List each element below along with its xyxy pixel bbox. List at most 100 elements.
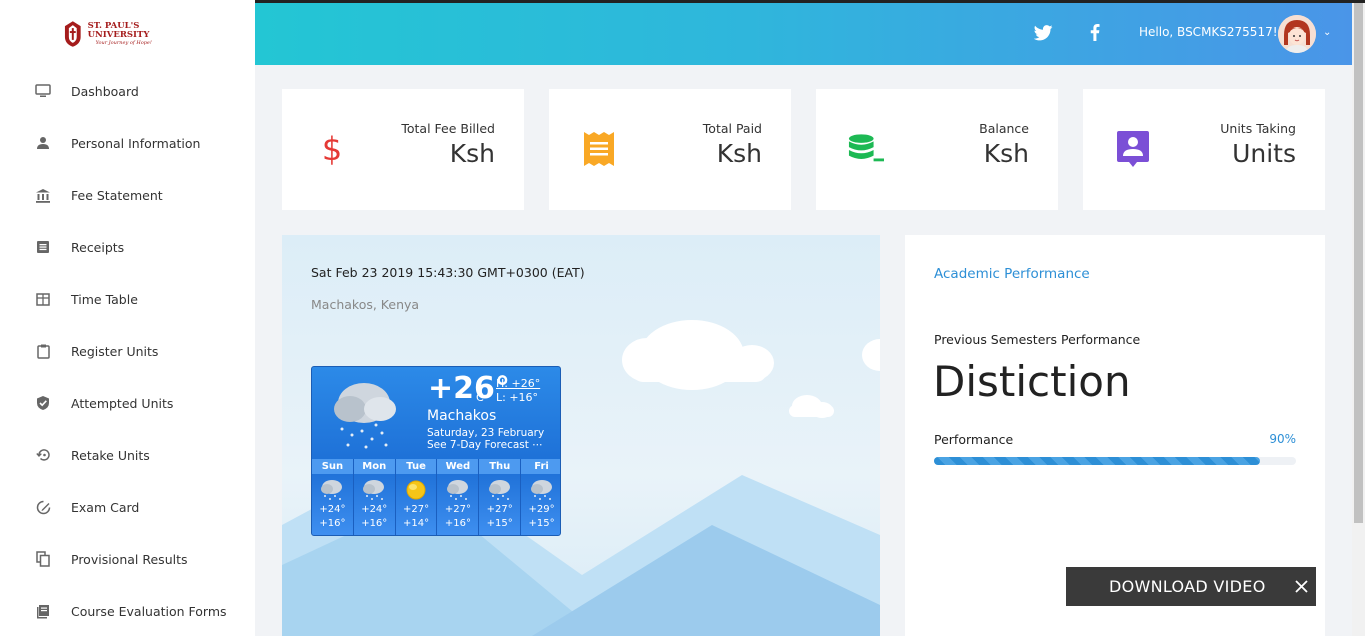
card-value: Units	[1232, 139, 1296, 168]
user-avatar[interactable]	[1278, 15, 1316, 53]
logo-name: ST. PAUL'S UNIVERSITY Your Journey of Ho…	[88, 21, 202, 46]
performance-value: 90%	[1269, 432, 1296, 446]
monitor-icon	[35, 83, 51, 99]
weather-panel: Sat Feb 23 2019 15:43:30 GMT+0300 (EAT) …	[282, 235, 880, 636]
weather-location: Machakos, Kenya	[311, 297, 420, 312]
sidebar-item-register-units[interactable]: Register Units	[0, 325, 255, 377]
panel-title: Academic Performance	[934, 266, 1090, 282]
svg-text:$: $	[322, 132, 342, 166]
card-value: Ksh	[449, 139, 495, 168]
sidebar-item-personal-information[interactable]: Personal Information	[0, 117, 255, 169]
sidebar-item-receipts[interactable]: Receipts	[0, 221, 255, 273]
account-box-icon	[1115, 131, 1151, 167]
card-value: Ksh	[983, 139, 1029, 168]
units-taking-card: Units Taking Units	[1083, 89, 1325, 210]
performance-label: Performance	[934, 432, 1014, 447]
forecast-day: Sun +24° +16°	[312, 459, 354, 535]
forecast-day: Mon +24° +16°	[353, 459, 396, 535]
card-label: Total Paid	[702, 121, 762, 136]
sidebar-item-label: Receipts	[71, 239, 125, 255]
seven-day-forecast-link[interactable]: See 7-Day Forecast ⋯	[427, 439, 543, 451]
page-scrollbar[interactable]	[1352, 3, 1365, 636]
database-minus-icon	[848, 131, 884, 167]
rain-cloud-icon	[445, 478, 471, 502]
receipt-icon	[581, 131, 617, 167]
forecast-high: +24°	[319, 504, 346, 515]
sidebar-item-fee-statement[interactable]: Fee Statement	[0, 169, 255, 221]
history-icon	[35, 447, 51, 463]
user-greeting[interactable]: Hello, BSCMKS275517!	[1139, 25, 1278, 39]
twitter-icon[interactable]	[1033, 25, 1053, 45]
sidebar-item-label: Provisional Results	[71, 551, 188, 567]
rain-cloud-icon	[529, 478, 555, 502]
sidebar-item-label: Attempted Units	[71, 395, 174, 411]
sun-icon	[403, 478, 429, 502]
forecast-day-name: Wed	[437, 459, 479, 474]
forecast-high: +29°	[528, 504, 555, 515]
scrollbar-thumb[interactable]	[1354, 3, 1363, 523]
forecast-high: +27°	[486, 504, 513, 515]
sidebar-item-label: Dashboard	[71, 83, 139, 99]
forecast-day: Tue +27° +14°	[395, 459, 438, 535]
forecast-day-name: Sun	[312, 459, 353, 474]
progress-fill	[934, 457, 1260, 465]
temperature-high: H: +26°	[496, 377, 541, 390]
performance-grade: Distiction	[933, 357, 1131, 406]
sidebar-item-time-table[interactable]: Time Table	[0, 273, 255, 325]
forecast-low: +16°	[361, 518, 388, 529]
forecast-low: +15°	[486, 518, 513, 529]
sidebar-item-label: Course Evaluation Forms	[71, 603, 227, 619]
more-dots-icon: ⋯	[532, 439, 543, 451]
performance-progress-bar	[934, 457, 1296, 465]
shield-check-icon	[35, 395, 51, 411]
logo-motto: Your Journey of Hope!	[95, 39, 152, 46]
forecast-day: Wed +27° +16°	[437, 459, 480, 535]
university-logo[interactable]: ST. PAUL'S UNIVERSITY Your Journey of Ho…	[62, 16, 202, 52]
forecast-day: Thu +27° +15°	[479, 459, 522, 535]
temperature-low: L: +16°	[496, 391, 539, 404]
edit-icon	[35, 499, 51, 515]
close-icon[interactable]	[1294, 576, 1308, 596]
top-header: Hello, BSCMKS275517! ⌄	[255, 3, 1352, 65]
balance-card: Balance Ksh	[816, 89, 1058, 210]
total-paid-card: Total Paid Ksh	[549, 89, 791, 210]
sidebar-item-attempted-units[interactable]: Attempted Units	[0, 377, 255, 429]
panel-subtitle: Previous Semesters Performance	[934, 332, 1141, 347]
sidebar-item-label: Time Table	[71, 291, 138, 307]
rain-cloud-icon	[328, 373, 404, 457]
forecast-day-name: Tue	[395, 459, 437, 474]
forecast-high: +27°	[444, 504, 471, 515]
clipboard-icon	[35, 343, 51, 359]
copy-icon	[35, 551, 51, 567]
sidebar-item-label: Retake Units	[71, 447, 150, 463]
forecast-low: +15°	[528, 518, 555, 529]
download-video-button[interactable]: DOWNLOAD VIDEO	[1066, 567, 1316, 606]
sidebar-item-label: Register Units	[71, 343, 159, 359]
sidebar-item-retake-units[interactable]: Retake Units	[0, 429, 255, 481]
sidebar-item-exam-card[interactable]: Exam Card	[0, 481, 255, 533]
rain-cloud-icon	[361, 478, 387, 502]
temperature-unit: C	[476, 391, 484, 404]
person-icon	[35, 135, 51, 151]
weather-widget[interactable]: +26° C H: +26° L: +16° Machakos Saturday…	[311, 366, 561, 536]
card-label: Balance	[979, 121, 1029, 136]
chevron-down-icon[interactable]: ⌄	[1323, 27, 1331, 38]
facebook-icon[interactable]	[1090, 24, 1100, 45]
card-value: Ksh	[716, 139, 762, 168]
sidebar-item-dashboard[interactable]: Dashboard	[0, 65, 255, 117]
seven-day-forecast-label: See 7-Day Forecast	[427, 439, 529, 451]
forecast-low: +16°	[319, 518, 346, 529]
rain-cloud-icon	[319, 478, 345, 502]
crest-icon	[64, 21, 81, 47]
weather-datetime: Sat Feb 23 2019 15:43:30 GMT+0300 (EAT)	[311, 265, 585, 280]
sidebar-item-provisional-results[interactable]: Provisional Results	[0, 533, 255, 585]
sidebar-item-course-evaluation-forms[interactable]: Course Evaluation Forms	[0, 585, 255, 636]
weather-day: Saturday, 23 February	[427, 427, 545, 439]
forecast-row: Sun +24° +16° Mon +24° +16° Tue +27° +14…	[312, 459, 560, 535]
book-icon	[35, 603, 51, 619]
receipt-icon	[35, 239, 51, 255]
forecast-day-name: Mon	[353, 459, 395, 474]
forecast-day-name: Fri	[521, 459, 560, 474]
sidebar: ST. PAUL'S UNIVERSITY Your Journey of Ho…	[0, 0, 255, 636]
table-icon	[35, 291, 51, 307]
